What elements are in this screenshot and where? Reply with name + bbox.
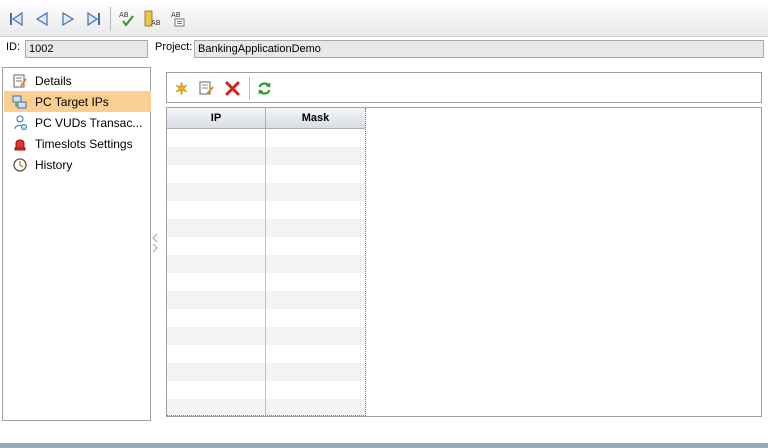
sidebar-item-pc-vuds-transactions[interactable]: PC VUDs Transac... <box>4 112 151 133</box>
target-ips-panel: IP Mask <box>166 107 762 417</box>
history-icon <box>12 157 28 173</box>
previous-record-icon <box>35 11 48 27</box>
spell-check-icon: AB <box>119 11 134 27</box>
grid-header: IP Mask <box>167 108 365 129</box>
empty-row <box>167 309 365 327</box>
new-button[interactable] <box>173 80 190 97</box>
thesaurus-button[interactable]: AB <box>144 10 162 28</box>
splitter-arrows-icon <box>152 233 158 253</box>
record-navigation-toolbar: AB AB AB <box>0 0 768 37</box>
sidebar-item-label: Timeslots Settings <box>35 136 133 151</box>
id-label: ID: <box>6 41 21 53</box>
project-field[interactable]: BankingApplicationDemo <box>194 40 764 58</box>
sidebar-item-pc-target-ips[interactable]: PC Target IPs <box>4 91 151 112</box>
thesaurus-icon: AB <box>144 10 161 27</box>
last-record-button[interactable] <box>85 10 103 28</box>
empty-row <box>167 327 365 345</box>
first-record-icon <box>10 11 23 27</box>
panel-splitter-handle[interactable] <box>151 230 159 256</box>
project-label: Project: <box>155 41 193 53</box>
refresh-icon <box>258 82 271 95</box>
window-bottom-border <box>0 443 768 448</box>
vuds-transactions-icon <box>12 115 28 131</box>
empty-row <box>167 255 365 273</box>
sidebar-item-details[interactable]: Details <box>4 70 151 91</box>
next-record-icon <box>62 11 75 27</box>
sidebar-item-timeslots-settings[interactable]: Timeslots Settings <box>4 133 151 154</box>
empty-row <box>167 201 365 219</box>
next-record-button[interactable] <box>59 10 77 28</box>
column-header-ip[interactable]: IP <box>167 108 266 128</box>
spelling-options-button[interactable]: AB <box>170 10 188 28</box>
empty-row <box>167 399 365 415</box>
empty-row <box>167 345 365 363</box>
empty-row <box>167 219 365 237</box>
id-field[interactable]: 1002 <box>25 40 148 58</box>
empty-row <box>167 183 365 201</box>
sidebar-item-label: PC Target IPs <box>35 94 109 109</box>
delete-x-icon <box>225 81 240 96</box>
new-star-icon <box>175 81 188 96</box>
empty-row <box>167 165 365 183</box>
delete-button[interactable] <box>224 80 241 97</box>
toolbar-separator <box>249 77 250 100</box>
edit-icon <box>199 81 214 95</box>
refresh-button[interactable] <box>256 80 273 97</box>
svg-text:AB: AB <box>119 11 129 19</box>
svg-text:AB: AB <box>171 11 181 19</box>
target-ips-toolbar <box>166 72 762 103</box>
empty-row <box>167 381 365 399</box>
details-sidebar: Details PC Target IPs PC VUDs Transac...… <box>2 67 151 421</box>
alarm-bell-icon <box>12 136 28 152</box>
previous-record-button[interactable] <box>33 10 51 28</box>
svg-text:AB: AB <box>151 19 161 27</box>
spell-check-button[interactable]: AB <box>118 10 136 28</box>
column-header-mask[interactable]: Mask <box>266 108 365 128</box>
toolbar-separator <box>110 7 111 31</box>
sidebar-item-label: History <box>35 157 73 172</box>
sidebar-item-history[interactable]: History <box>4 154 151 175</box>
edit-button[interactable] <box>198 80 215 97</box>
empty-row <box>167 129 365 147</box>
empty-row <box>167 237 365 255</box>
target-ips-grid[interactable]: IP Mask <box>167 108 366 416</box>
sidebar-item-label: Details <box>35 73 72 88</box>
empty-row <box>167 363 365 381</box>
first-record-button[interactable] <box>7 10 25 28</box>
empty-row <box>167 273 365 291</box>
grid-body <box>167 129 365 415</box>
target-ips-icon <box>12 94 28 110</box>
last-record-icon <box>87 11 100 27</box>
details-icon <box>12 73 28 89</box>
sidebar-item-label: PC VUDs Transac... <box>35 115 143 130</box>
empty-row <box>167 291 365 309</box>
empty-row <box>167 147 365 165</box>
spelling-options-icon: AB <box>171 11 185 27</box>
